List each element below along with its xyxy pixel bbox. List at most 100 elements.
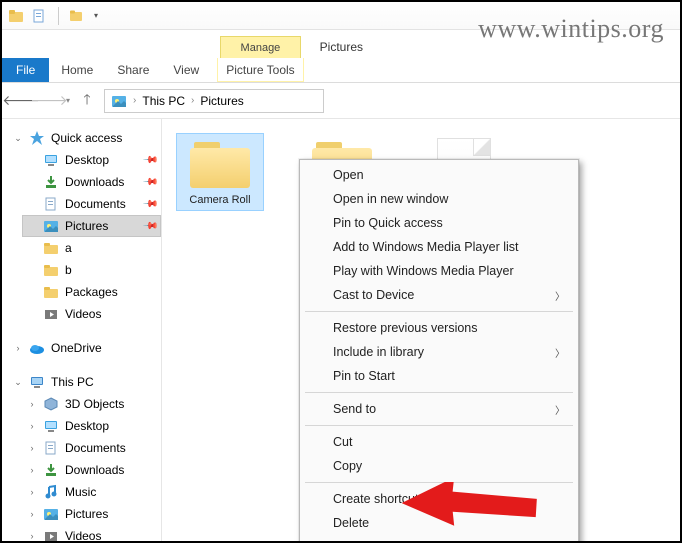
- ribbon-tabs: File Home Share View Manage Picture Tool…: [2, 30, 304, 82]
- sidebar-item-label: Documents: [65, 441, 156, 455]
- sidebar-item-label: Documents: [65, 197, 138, 211]
- menu-item-create-shortcut[interactable]: Create shortcut: [303, 487, 575, 511]
- sidebar-item-downloads[interactable]: › Downloads: [22, 459, 161, 481]
- ribbon-header: File Home Share View Manage Picture Tool…: [2, 30, 680, 82]
- folder-item[interactable]: Camera Roll: [176, 133, 264, 211]
- menu-item-play-with-windows-media-player[interactable]: Play with Windows Media Player: [303, 259, 575, 283]
- quick-access-children: Desktop📌Downloads📌Documents📌Pictures📌abP…: [8, 149, 161, 325]
- tab-home[interactable]: Home: [49, 58, 105, 82]
- chevron-right-icon[interactable]: ›: [27, 509, 37, 519]
- menu-item-label: Pin to Quick access: [333, 216, 443, 230]
- tab-picture-tools[interactable]: Picture Tools: [217, 58, 303, 82]
- chevron-right-icon[interactable]: ›: [13, 343, 23, 353]
- chevron-right-icon[interactable]: ›: [27, 531, 37, 541]
- menu-item-include-in-library[interactable]: Include in library〉: [303, 340, 575, 364]
- sidebar-item-label: Desktop: [65, 153, 138, 167]
- tab-file[interactable]: File: [2, 58, 49, 82]
- star-icon: [29, 130, 45, 146]
- menu-item-cut[interactable]: Cut: [303, 430, 575, 454]
- menu-item-open-in-new-window[interactable]: Open in new window: [303, 187, 575, 211]
- crumb-current[interactable]: Pictures: [200, 94, 243, 108]
- folder-icon: [43, 284, 59, 300]
- sidebar-item-b[interactable]: b: [22, 259, 161, 281]
- pictures-icon: [43, 218, 59, 234]
- sidebar-item-videos[interactable]: Videos: [22, 303, 161, 325]
- menu-item-copy[interactable]: Copy: [303, 454, 575, 478]
- chevron-right-icon[interactable]: ›: [27, 487, 37, 497]
- sidebar-item-packages[interactable]: Packages: [22, 281, 161, 303]
- crumb-root[interactable]: This PC: [142, 94, 185, 108]
- window-title: Pictures: [320, 35, 363, 59]
- tab-view[interactable]: View: [161, 58, 211, 82]
- sidebar-item-documents[interactable]: Documents📌: [22, 193, 161, 215]
- sidebar-item-label: Pictures: [65, 219, 138, 233]
- menu-item-label: Send to: [333, 402, 376, 416]
- nav-root-quick-access[interactable]: ⌄ Quick access: [8, 127, 161, 149]
- chevron-right-icon: 〉: [555, 288, 565, 303]
- sidebar-item-label: Packages: [65, 285, 156, 299]
- pin-icon: 📌: [141, 174, 158, 191]
- documents-icon: [43, 440, 59, 456]
- sidebar-item-desktop[interactable]: › Desktop: [22, 415, 161, 437]
- up-button[interactable]: 🡑: [76, 90, 98, 112]
- sidebar-item-pictures[interactable]: Pictures📌: [22, 215, 161, 237]
- sidebar-item-documents[interactable]: › Documents: [22, 437, 161, 459]
- sidebar-item-videos[interactable]: ›Videos: [22, 525, 161, 541]
- folder-icon: [43, 262, 59, 278]
- desktop-icon: [43, 152, 59, 168]
- chevron-right-icon[interactable]: ›: [191, 95, 194, 106]
- sidebar-item-label: b: [65, 263, 156, 277]
- menu-item-open[interactable]: Open: [303, 163, 575, 187]
- folder-icon: [43, 240, 59, 256]
- sidebar-item-label: Music: [65, 485, 156, 499]
- pictures-icon: [43, 506, 59, 522]
- menu-item-delete[interactable]: Delete: [303, 511, 575, 535]
- chevron-down-icon[interactable]: ▾: [94, 11, 98, 20]
- chevron-right-icon[interactable]: ›: [27, 421, 37, 431]
- sidebar-item-pictures[interactable]: ›Pictures: [22, 503, 161, 525]
- chevron-down-icon[interactable]: ⌄: [13, 133, 23, 144]
- pin-icon: 📌: [141, 152, 158, 169]
- new-folder-qat-icon[interactable]: [69, 8, 85, 24]
- nav-root-onedrive[interactable]: › OneDrive: [8, 337, 161, 359]
- properties-qat-icon[interactable]: [32, 8, 48, 24]
- chevron-right-icon[interactable]: ›: [27, 443, 37, 453]
- nav-label: Quick access: [51, 131, 156, 145]
- menu-item-cast-to-device[interactable]: Cast to Device 〉: [303, 283, 575, 307]
- menu-item-label: Add to Windows Media Player list: [333, 240, 519, 254]
- sidebar-item-label: Desktop: [65, 419, 156, 433]
- documents-icon: [43, 196, 59, 212]
- downloads-icon: [43, 174, 59, 190]
- sidebar-item-a[interactable]: a: [22, 237, 161, 259]
- menu-item-label: Open: [333, 168, 364, 182]
- menu-item-label: Cut: [333, 435, 352, 449]
- chevron-right-icon[interactable]: ›: [133, 95, 136, 106]
- menu-item-pin-to-quick-access[interactable]: Pin to Quick access: [303, 211, 575, 235]
- tab-share[interactable]: Share: [105, 58, 161, 82]
- menu-item-rename[interactable]: Rename: [303, 535, 575, 543]
- menu-item-pin-to-start[interactable]: Pin to Start: [303, 364, 575, 388]
- menu-item-add-to-windows-media-player-list[interactable]: Add to Windows Media Player list: [303, 235, 575, 259]
- onedrive-icon: [29, 340, 45, 356]
- address-bar[interactable]: › This PC › Pictures: [104, 89, 324, 113]
- sidebar-item-label: Downloads: [65, 463, 156, 477]
- chevron-right-icon[interactable]: ›: [27, 465, 37, 475]
- item-label: Camera Roll: [189, 194, 250, 206]
- menu-item-label: Cast to Device: [333, 288, 414, 302]
- history-dropdown-icon[interactable]: ▾: [66, 96, 70, 105]
- sidebar-item-music[interactable]: › Music: [22, 481, 161, 503]
- chevron-right-icon[interactable]: ›: [27, 399, 37, 409]
- folder-icon: [188, 138, 252, 190]
- sidebar-item-3d-objects[interactable]: ›3D Objects: [22, 393, 161, 415]
- sidebar-item-desktop[interactable]: Desktop📌: [22, 149, 161, 171]
- menu-item-restore-previous-versions[interactable]: Restore previous versions: [303, 316, 575, 340]
- forward-button[interactable]: 🡒: [38, 90, 60, 112]
- navigation-pane[interactable]: ⌄ Quick access Desktop📌Downloads📌Documen…: [2, 119, 162, 541]
- contextual-tab-group: Manage Picture Tools: [217, 36, 303, 82]
- menu-item-send-to[interactable]: Send to〉: [303, 397, 575, 421]
- back-button[interactable]: 🡐: [10, 90, 32, 112]
- chevron-down-icon[interactable]: ⌄: [13, 377, 23, 388]
- menu-separator: [305, 482, 573, 483]
- sidebar-item-downloads[interactable]: Downloads📌: [22, 171, 161, 193]
- nav-root-thispc[interactable]: ⌄ This PC: [8, 371, 161, 393]
